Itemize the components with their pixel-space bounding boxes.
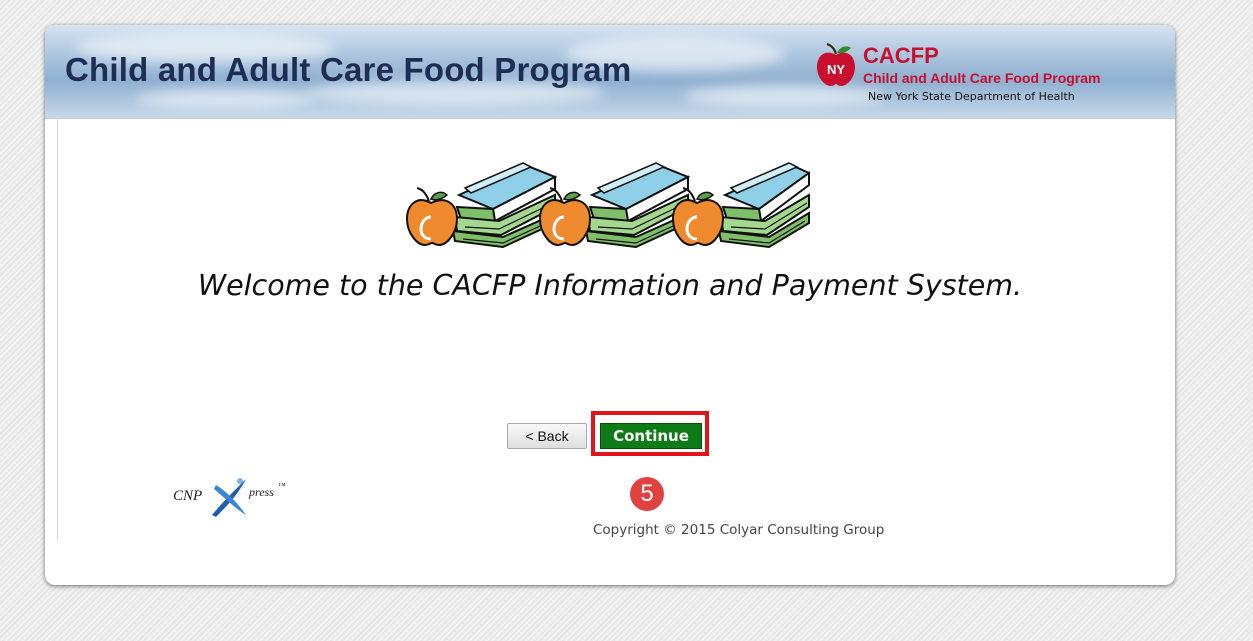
cnp-logo-suffix: press	[249, 485, 274, 499]
x-swoosh-icon	[212, 478, 246, 517]
logo-program-name: Child and Adult Care Food Program	[863, 70, 1101, 86]
logo-department: New York State Department of Health	[868, 90, 1075, 103]
main-panel: Child and Adult Care Food Program NY CAC…	[45, 25, 1175, 585]
apples-and-books-illustration	[405, 162, 810, 248]
continue-button[interactable]: Continue	[600, 423, 702, 449]
header-divider	[45, 118, 1175, 119]
back-button[interactable]: < Back	[507, 423, 587, 449]
apple-icon: NY	[817, 43, 855, 86]
welcome-message: Welcome to the CACFP Information and Pay…	[197, 269, 1023, 302]
cnpxpress-logo: CNP press ™	[173, 473, 293, 521]
svg-text:NY: NY	[827, 62, 845, 77]
illustration-group-1	[405, 162, 810, 248]
logo-acronym: CACFP	[863, 43, 939, 68]
header-banner: Child and Adult Care Food Program NY CAC…	[45, 25, 1175, 118]
site-title: Child and Adult Care Food Program	[65, 51, 632, 88]
cacfp-logo: NY CACFP Child and Adult Care Food Progr…	[816, 43, 1172, 113]
trademark-mark: ™	[278, 481, 286, 490]
cnp-logo-prefix: CNP	[173, 488, 203, 504]
step-badge: 5	[630, 477, 664, 511]
copyright-text: Copyright © 2015 Colyar Consulting Group	[593, 522, 885, 538]
left-divider	[57, 119, 58, 541]
